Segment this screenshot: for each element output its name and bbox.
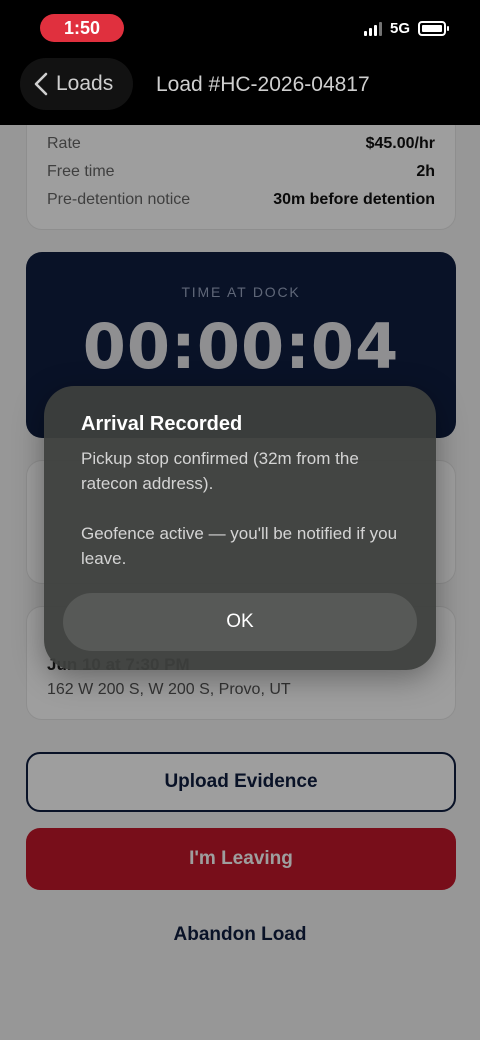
arrival-alert-dialog: Arrival Recorded Pickup stop confirmed (… [44,386,436,670]
battery-icon [418,21,449,36]
dialog-message: Pickup stop confirmed (32m from the rate… [81,446,406,571]
app-header: 1:50 5G Loads Load #HC-2026-04817 [0,0,480,125]
back-label: Loads [56,72,114,95]
status-indicators: 5G [363,20,449,37]
page-title: Load #HC-2026-04817 [156,73,370,96]
dialog-title: Arrival Recorded [81,413,243,435]
network-label: 5G [389,20,410,37]
status-time: 1:50 [40,14,124,42]
dialog-message-line-2: Geofence active — you'll be notified if … [81,524,398,568]
dialog-message-line-1: Pickup stop confirmed (32m from the rate… [81,449,359,493]
signal-icon [363,21,382,36]
ok-button[interactable]: OK [63,593,417,651]
chevron-left-icon [34,72,48,96]
back-button[interactable]: Loads [20,58,134,110]
